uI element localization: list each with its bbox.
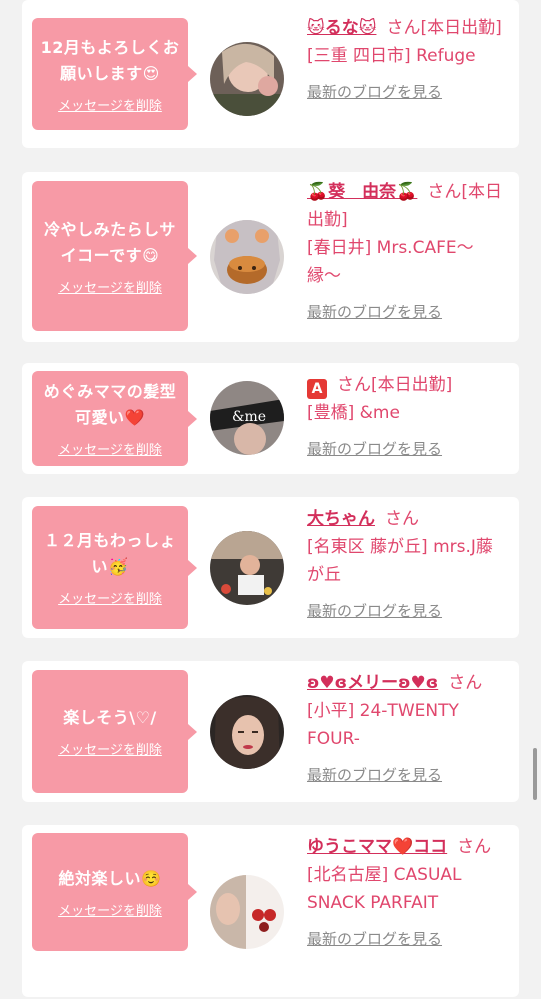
avatar-image (210, 531, 284, 605)
avatar-image: &me (210, 381, 284, 455)
cast-info: ゆうこママ❤️ココ さん [北名古屋] CASUAL SNACK PARFAIT … (307, 833, 507, 953)
message-card: 12月もよろしくお願いします😍 メッセージを削除 🐱るな🐱 さん[本日出勤] [三… (22, 0, 519, 148)
cast-info: 🍒葵 由奈🍒 さん[本日出勤] [春日井] Mrs.CAFE〜縁〜 最新のブログを… (307, 178, 507, 326)
honorific: さん (427, 182, 462, 202)
honorific: さん (337, 375, 371, 395)
avatar[interactable] (210, 875, 284, 949)
honorific: さん (448, 673, 483, 693)
cast-info: ʚ♥ɞメリーʚ♥ɞ さん [小平] 24-TWENTY FOUR- 最新のブログを… (307, 669, 507, 789)
latest-blog-link[interactable]: 最新のブログを見る (307, 761, 442, 789)
cast-name-link[interactable]: A (307, 375, 327, 399)
delete-message-link[interactable]: メッセージを削除 (58, 95, 162, 114)
message-bubble: 絶対楽しい☺️ メッセージを削除 (32, 833, 197, 951)
avatar[interactable] (210, 695, 284, 769)
message-card: 楽しそう\♡/ メッセージを削除 ʚ♥ɞメリーʚ♥ɞ さん [小平] 24-TWE… (22, 661, 519, 802)
message-text: 絶対楽しい☺️ (58, 868, 162, 888)
shop-location: [北名古屋] CASUAL SNACK PARFAIT (307, 865, 462, 913)
delete-message-link[interactable]: メッセージを削除 (58, 900, 162, 919)
message-text: 12月もよろしくお願いします😍 (40, 37, 180, 83)
latest-blog-link[interactable]: 最新のブログを見る (307, 435, 442, 463)
cast-name-link[interactable]: 大ちゃん (307, 509, 375, 529)
avatar-image (210, 42, 284, 116)
delete-message-link[interactable]: メッセージを削除 (58, 439, 162, 458)
message-text: 楽しそう\♡/ (63, 708, 157, 727)
message-bubble: 12月もよろしくお願いします😍 メッセージを削除 (32, 18, 197, 130)
message-text: 冷やしみたらしサイコーです😋 (44, 219, 176, 265)
honorific: さん (386, 18, 421, 38)
shop-location: [小平] 24-TWENTY FOUR- (307, 701, 459, 749)
cast-name-link[interactable]: 🐱るな🐱 (307, 18, 376, 38)
message-text: めぐみママの髪型可愛い❤️ (43, 382, 177, 427)
avatar[interactable]: &me (210, 381, 284, 455)
delete-message-link[interactable]: メッセージを削除 (58, 739, 162, 758)
delete-message-link[interactable]: メッセージを削除 (58, 277, 162, 296)
message-card: 絶対楽しい☺️ メッセージを削除 ゆうこママ❤️ココ さん [北名古屋] CASU… (22, 825, 519, 997)
cast-name-link[interactable]: ʚ♥ɞメリーʚ♥ɞ (307, 673, 438, 693)
cast-name-link[interactable]: 🍒葵 由奈🍒 (307, 182, 417, 202)
shop-location: [豊橋] &me (307, 403, 400, 423)
avatar-image (210, 220, 284, 294)
delete-message-link[interactable]: メッセージを削除 (58, 588, 162, 607)
message-card: 冷やしみたらしサイコーです😋 メッセージを削除 🍒葵 由奈🍒 さん[本日出勤] [… (22, 172, 519, 342)
latest-blog-link[interactable]: 最新のブログを見る (307, 78, 442, 106)
message-bubble: １２月もわっしょい🥳 メッセージを削除 (32, 506, 197, 629)
work-status: [本日出勤] (371, 375, 453, 395)
avatar-image (210, 875, 284, 949)
latest-blog-link[interactable]: 最新のブログを見る (307, 597, 442, 625)
svg-text:&me: &me (232, 409, 266, 425)
message-bubble: 冷やしみたらしサイコーです😋 メッセージを削除 (32, 181, 197, 331)
shop-location: [三重 四日市] Refuge (307, 46, 476, 66)
avatar[interactable] (210, 42, 284, 116)
name-emoji-a: A (307, 379, 327, 399)
message-text: １２月もわっしょい🥳 (43, 531, 176, 576)
cast-name-link[interactable]: ゆうこママ❤️ココ (307, 837, 447, 857)
message-card: １２月もわっしょい🥳 メッセージを削除 大ちゃん さん [名東区 藤が丘] mrs… (22, 497, 519, 638)
cast-info: 大ちゃん さん [名東区 藤が丘] mrs.J藤が丘 最新のブログを見る (307, 505, 507, 625)
avatar-image (210, 695, 284, 769)
latest-blog-link[interactable]: 最新のブログを見る (307, 925, 442, 953)
message-card: めぐみママの髪型可愛い❤️ メッセージを削除 &me A さん[本日出勤] [豊橋… (22, 363, 519, 474)
work-status: [本日出勤] (420, 18, 502, 38)
scrollbar-thumb[interactable] (533, 748, 537, 800)
message-bubble: めぐみママの髪型可愛い❤️ メッセージを削除 (32, 371, 197, 466)
shop-location: [名東区 藤が丘] mrs.J藤が丘 (307, 537, 493, 585)
latest-blog-link[interactable]: 最新のブログを見る (307, 298, 442, 326)
honorific: さん (457, 837, 492, 857)
cast-info: 🐱るな🐱 さん[本日出勤] [三重 四日市] Refuge 最新のブログを見る (307, 14, 507, 106)
cast-info: A さん[本日出勤] [豊橋] &me 最新のブログを見る (307, 371, 507, 463)
shop-location: [春日井] Mrs.CAFE〜縁〜 (307, 238, 474, 286)
message-bubble: 楽しそう\♡/ メッセージを削除 (32, 670, 197, 793)
avatar[interactable] (210, 220, 284, 294)
honorific: さん (385, 509, 419, 529)
avatar[interactable] (210, 531, 284, 605)
